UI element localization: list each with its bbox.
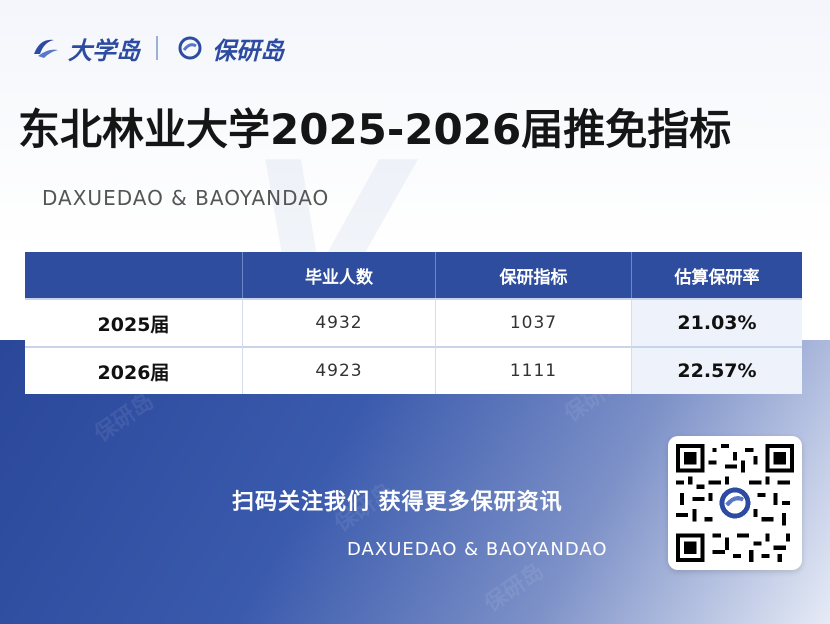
band-watermark: 保研岛: [480, 558, 549, 618]
header-blank: [25, 252, 243, 298]
baoyandao-logo: 保研岛: [174, 31, 284, 66]
poster: V 大学岛 保研岛 东北林业大学2025-2026届推免指标 DAXUEDAO …: [0, 0, 830, 624]
brand-logos: 大学岛 保研岛: [30, 26, 284, 70]
qr-code-image: [676, 444, 794, 562]
row-quota: 1037: [436, 298, 632, 346]
cta-subtext: DAXUEDAO & BAOYANDAO: [347, 539, 608, 560]
row-rate: 22.57%: [632, 346, 802, 394]
row-graduates: 4923: [243, 346, 436, 394]
row-graduates: 4932: [243, 298, 436, 346]
page-subtitle: DAXUEDAO & BAOYANDAO: [42, 186, 330, 210]
page-title: 东北林业大学2025-2026届推免指标: [18, 105, 732, 154]
table-row: 2025届 4932 1037 21.03%: [25, 298, 802, 346]
baoyandao-logo-icon: [178, 36, 202, 60]
row-year: 2026届: [25, 346, 243, 394]
cta-text: 扫码关注我们 获得更多保研资讯: [232, 490, 563, 515]
header-graduates: 毕业人数: [243, 252, 436, 298]
table-header-row: 毕业人数 保研指标 估算保研率: [25, 252, 802, 298]
row-quota: 1111: [436, 346, 632, 394]
daxuedao-logo-icon: [34, 39, 58, 58]
table-row: 2026届 4923 1111 22.57%: [25, 346, 802, 394]
daxuedao-logo: 大学岛: [30, 31, 140, 66]
row-year: 2025届: [25, 298, 243, 346]
header-quota: 保研指标: [436, 252, 632, 298]
header-rate: 估算保研率: [632, 252, 802, 298]
row-rate: 21.03%: [632, 298, 802, 346]
logo2-text: 保研岛: [212, 36, 284, 65]
qr-code[interactable]: [668, 436, 802, 570]
quota-table: 毕业人数 保研指标 估算保研率 2025届 4932 1037 21.03% 2…: [25, 252, 802, 394]
logo1-text: 大学岛: [68, 36, 140, 65]
logo-divider: [156, 36, 158, 60]
